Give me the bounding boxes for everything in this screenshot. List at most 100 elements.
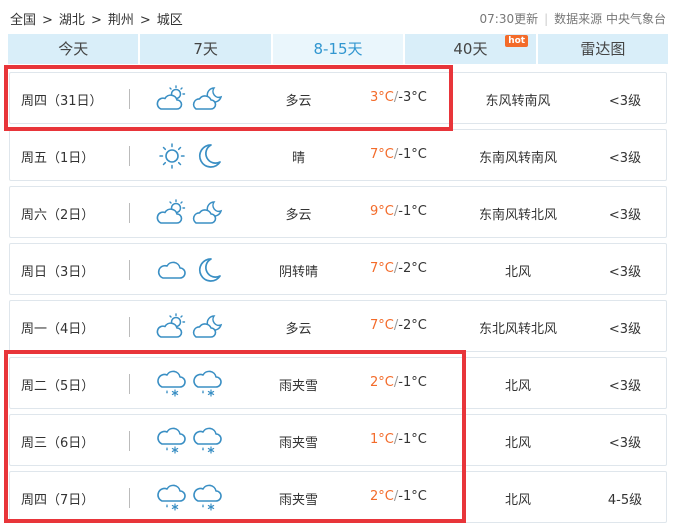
temp-low: -1°C xyxy=(398,204,427,219)
forecast-row: 周六（2日） 多云 9°C/-1°C 东南风转北风 <3级 xyxy=(9,186,667,238)
weather-condition: 多云 xyxy=(285,208,312,223)
weather-condition: 晴 xyxy=(291,151,305,166)
temperature-range: 3°C/-3°C xyxy=(370,90,460,105)
temperature-range: 1°C/-1°C xyxy=(370,432,460,447)
partly-cloudy-moon-icon xyxy=(192,313,224,341)
temp-low: -1°C xyxy=(398,489,427,504)
wind-level: 4-5级 xyxy=(607,493,643,508)
weather-condition: 多云 xyxy=(285,94,312,109)
sleet-icon xyxy=(192,484,224,512)
temp-high: 3°C xyxy=(370,90,394,105)
temperature-range: 2°C/-1°C xyxy=(370,489,460,504)
temp-high: 7°C xyxy=(370,318,394,333)
wind-direction: 东南风转南风 xyxy=(478,151,557,166)
tab-8-15-days[interactable]: 8-15天 xyxy=(272,34,404,64)
tab-label: 雷达图 xyxy=(580,40,626,58)
tab-7-days[interactable]: 7天 xyxy=(140,34,271,64)
weather-condition: 阴转晴 xyxy=(278,265,318,280)
row-divider xyxy=(129,488,130,508)
temperature-range: 9°C/-1°C xyxy=(370,204,460,219)
partly-cloudy-sun-icon xyxy=(156,199,188,227)
breadcrumb-separator: > xyxy=(42,13,53,28)
sleet-icon xyxy=(156,427,188,455)
row-divider xyxy=(129,431,130,451)
tab-label: 7天 xyxy=(193,40,218,58)
data-source: 数据来源 中央气象台 xyxy=(554,12,666,26)
wind-direction: 北风 xyxy=(504,493,531,508)
temperature-range: 7°C/-2°C xyxy=(370,261,460,276)
temp-low: -1°C xyxy=(398,375,427,390)
temp-high: 2°C xyxy=(370,375,394,390)
cloud-icon xyxy=(156,256,188,284)
wind-direction: 北风 xyxy=(504,436,531,451)
breadcrumb-item-district: 城区 xyxy=(156,13,183,28)
partly-cloudy-moon-icon xyxy=(192,85,224,113)
breadcrumb: 全国 > 湖北 > 荆州 > 城区 xyxy=(10,9,183,28)
wind-direction: 东南风转北风 xyxy=(478,208,557,223)
breadcrumb-item-country[interactable]: 全国 xyxy=(10,13,36,28)
tab-label: 40天 xyxy=(453,40,488,58)
hot-badge: hot xyxy=(505,35,529,47)
wind-direction: 东北风转北风 xyxy=(478,322,557,337)
update-time: 07:30更新 xyxy=(479,12,539,26)
breadcrumb-item-province[interactable]: 湖北 xyxy=(59,13,85,28)
forecast-day: 周五（1日） xyxy=(21,151,95,166)
weather-condition: 雨夹雪 xyxy=(278,379,318,394)
top-bar: 全国 > 湖北 > 荆州 > 城区 07:30更新 | 数据来源 中央气象台 xyxy=(0,0,676,34)
breadcrumb-separator: > xyxy=(139,13,151,28)
tab-label: 8-15天 xyxy=(313,40,363,58)
partly-cloudy-sun-icon xyxy=(156,313,188,341)
breadcrumb-item-city[interactable]: 荆州 xyxy=(108,13,134,28)
forecast-day: 周四（7日） xyxy=(21,493,95,508)
row-divider xyxy=(129,317,130,337)
forecast-tabs: 今天 7天 8-15天 40天 hot 雷达图 xyxy=(8,34,669,64)
row-divider xyxy=(129,374,130,394)
partly-cloudy-sun-icon xyxy=(156,85,188,113)
forecast-day: 周六（2日） xyxy=(21,208,95,223)
forecast-row: 周三（6日） 雨夹雪 1°C/-1°C 北风 <3级 xyxy=(9,414,667,466)
wind-level: <3级 xyxy=(608,208,642,223)
temp-high: 1°C xyxy=(370,432,394,447)
row-divider xyxy=(129,89,130,109)
forecast-day: 周日（3日） xyxy=(21,265,95,280)
wind-level: <3级 xyxy=(608,322,642,337)
weather-condition: 雨夹雪 xyxy=(278,436,318,451)
temp-low: -2°C xyxy=(398,318,427,333)
sleet-icon xyxy=(156,484,188,512)
partly-cloudy-moon-icon xyxy=(192,199,224,227)
sleet-icon xyxy=(192,427,224,455)
wind-level: <3级 xyxy=(608,151,642,166)
temp-high: 7°C xyxy=(370,261,394,276)
forecast-row: 周四（7日） 雨夹雪 2°C/-1°C 北风 4-5级 xyxy=(9,471,667,523)
temperature-range: 2°C/-1°C xyxy=(370,375,460,390)
wind-level: <3级 xyxy=(608,94,642,109)
temp-high: 2°C xyxy=(370,489,394,504)
temp-low: -1°C xyxy=(398,147,427,162)
tab-radar[interactable]: 雷达图 xyxy=(537,34,669,64)
sleet-icon xyxy=(156,370,188,398)
forecast-row: 周五（1日） 晴 7°C/-1°C 东南风转南风 <3级 xyxy=(9,129,667,181)
moon-icon xyxy=(192,142,224,170)
wind-direction: 东风转南风 xyxy=(485,94,551,109)
update-meta: 07:30更新 | 数据来源 中央气象台 xyxy=(480,10,666,27)
tab-40-days[interactable]: 40天 hot xyxy=(405,34,536,64)
temp-low: -2°C xyxy=(398,261,427,276)
wind-level: <3级 xyxy=(608,265,642,280)
temp-low: -1°C xyxy=(398,432,427,447)
breadcrumb-separator: > xyxy=(90,13,102,28)
temp-high: 7°C xyxy=(370,147,394,162)
temperature-range: 7°C/-1°C xyxy=(370,147,460,162)
moon-icon xyxy=(192,256,224,284)
tab-today[interactable]: 今天 xyxy=(8,34,139,64)
wind-level: <3级 xyxy=(608,436,642,451)
forecast-day: 周三（6日） xyxy=(21,436,95,451)
wind-level: <3级 xyxy=(608,379,642,394)
row-divider xyxy=(129,146,130,166)
sleet-icon xyxy=(192,370,224,398)
sun-icon xyxy=(156,142,188,170)
forecast-day: 周一（4日） xyxy=(21,322,95,337)
row-divider xyxy=(129,203,130,223)
forecast-row: 周四（31日） 多云 3°C/-3°C 东风转南风 <3级 xyxy=(9,72,667,124)
weather-condition: 雨夹雪 xyxy=(278,493,318,508)
wind-direction: 北风 xyxy=(504,379,531,394)
